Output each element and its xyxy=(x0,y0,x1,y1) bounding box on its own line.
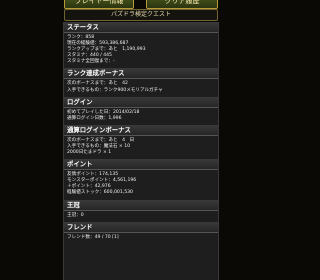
rank-bonus-reward: 入手できるもの：ランク900メモリアルガチャ xyxy=(67,87,163,93)
quest-button[interactable]: パズドラ検定クエスト xyxy=(64,9,218,21)
rank-bonus-section: ランク達成ボーナス 次のボーナスまで：あと 42 入手できるもの：ランク900メ… xyxy=(64,68,218,96)
section-title-rank-bonus: ランク達成ボーナス xyxy=(64,68,218,80)
points-section: ポイント 友情ポイント：174,135 モンスターポイント：4,561,196 … xyxy=(64,159,218,199)
king-section: 王冠 王冠：0 xyxy=(64,199,218,222)
friend-section: フレンド フレンド数：49 / 70 [1] xyxy=(64,221,218,244)
login-bonus-section: 通算ログインボーナス 次のボーナスまで：あと 4 日 入手できるもの：魔法石 ×… xyxy=(64,124,218,159)
section-title-status: ステータス xyxy=(64,22,218,33)
tab-clear-history[interactable]: クリア履歴 xyxy=(146,0,218,9)
status-section: ステータス ランク：858 現在の経験値：593,386,687 ランクアップま… xyxy=(64,22,218,68)
player-info-panel: ステータス ランク：858 現在の経験値：593,386,687 ランクアップま… xyxy=(63,22,219,280)
login-bonus-extra-reward: 2000日たまドラ × 1 xyxy=(67,150,112,156)
top-navigation: プレイヤー情報 クリア履歴 パズドラ検定クエスト xyxy=(0,0,280,21)
section-title-login-bonus: 通算ログインボーナス xyxy=(64,124,218,136)
experience-stock: 経験値ストック：600,001,530 xyxy=(67,190,133,196)
friend-count: フレンド数：49 / 70 [1] xyxy=(67,234,119,240)
section-title-points: ポイント xyxy=(64,159,218,171)
crown-count: 王冠：0 xyxy=(67,212,84,218)
section-title-friend: フレンド xyxy=(64,221,218,233)
section-title-login: ログイン xyxy=(64,96,218,108)
total-login-days: 通算ログイン日数：1,996 xyxy=(67,115,122,121)
stamina-full-recovery: スタミナ全回復まで：- xyxy=(67,59,115,65)
section-title-king: 王冠 xyxy=(64,199,218,211)
login-section: ログイン 初めてプレイした日：2014/02/18 通算ログイン日数：1,996 xyxy=(64,96,218,125)
tab-player-info[interactable]: プレイヤー情報 xyxy=(64,0,134,9)
